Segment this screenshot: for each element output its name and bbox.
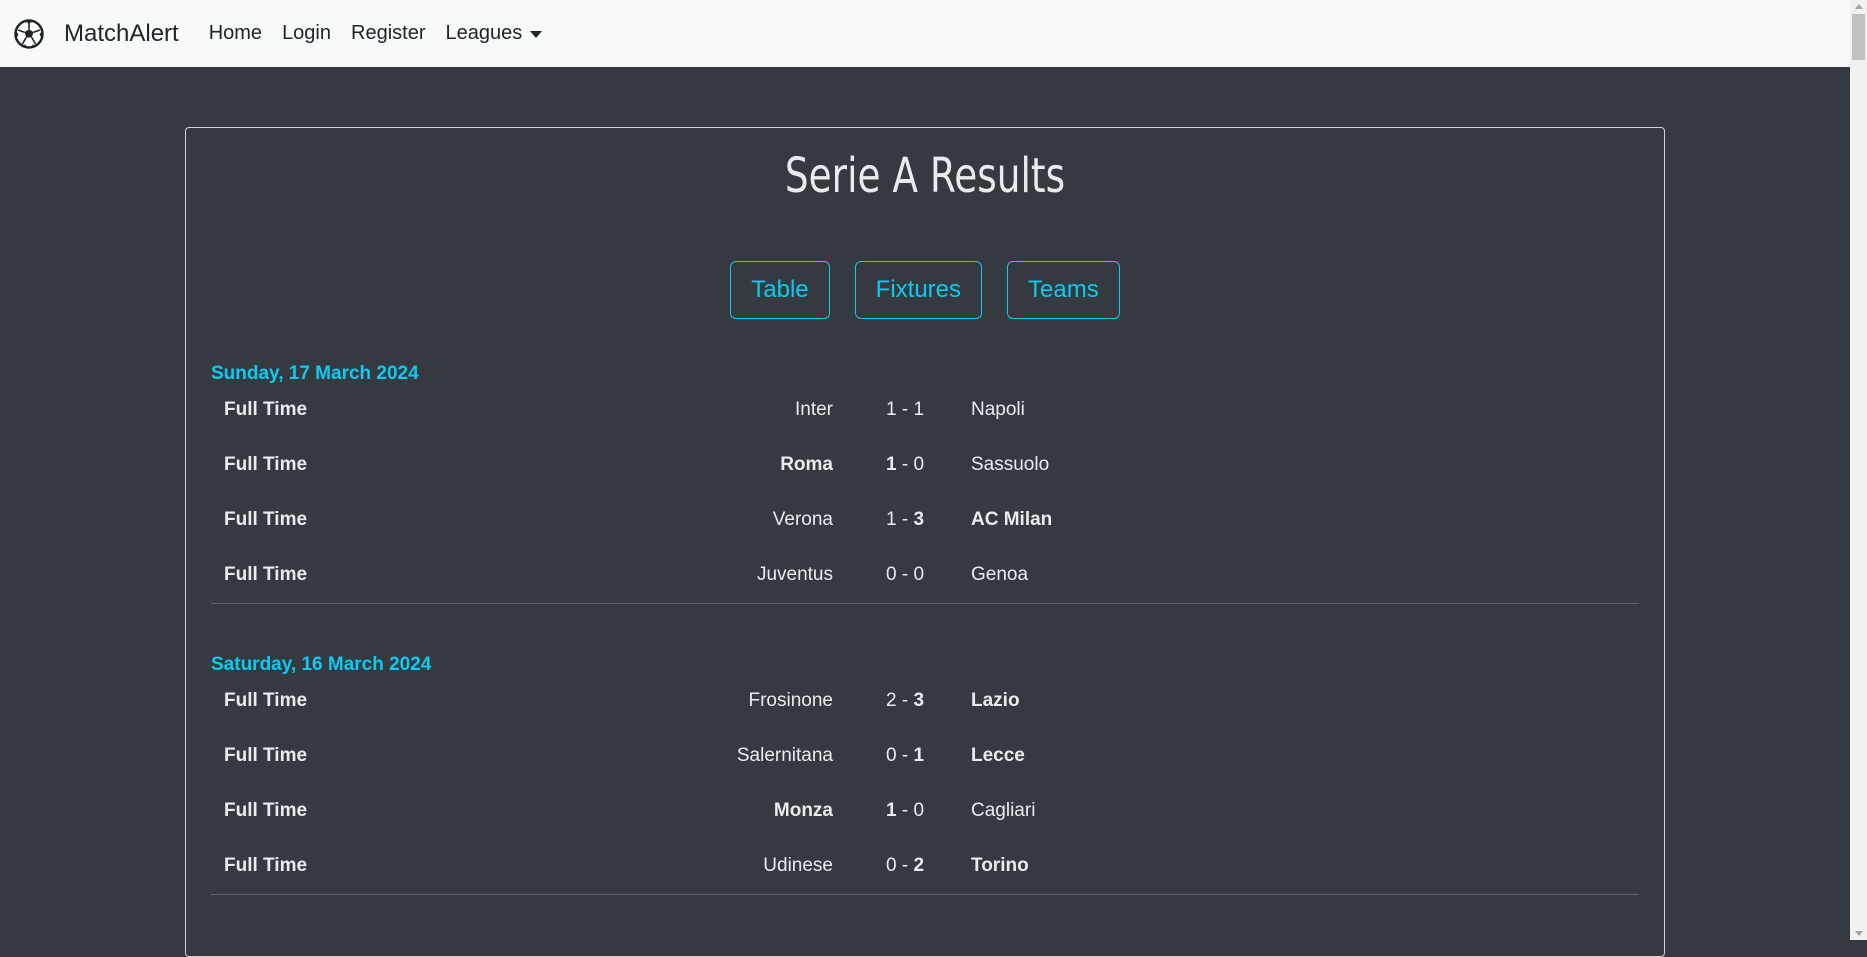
results-card: Serie A Results Table Fixtures Teams Sun… xyxy=(185,127,1665,957)
scrollbar-thumb[interactable] xyxy=(1852,14,1865,60)
match-score: 2 - 3 xyxy=(885,690,925,711)
match-row: Full Time Salernitana 0 - 1 Lecce xyxy=(211,739,1639,794)
home-goals: 1 xyxy=(885,800,897,821)
home-team: Juventus xyxy=(756,564,833,585)
teams-button[interactable]: Teams xyxy=(1007,261,1120,319)
scroll-down-icon[interactable] xyxy=(1855,931,1863,936)
away-team: Napoli xyxy=(971,399,1025,420)
match-score: 1 - 3 xyxy=(885,509,925,530)
home-goals: 0 xyxy=(885,564,897,585)
away-team: Sassuolo xyxy=(971,454,1050,475)
home-goals: 2 xyxy=(885,690,897,711)
top-navbar: MatchAlert Home Login Register Leagues xyxy=(0,0,1850,67)
away-team: Cagliari xyxy=(971,800,1036,821)
table-button[interactable]: Table xyxy=(730,261,830,319)
match-score: 1 - 1 xyxy=(885,399,925,420)
home-goals: 1 xyxy=(885,454,897,475)
fixtures-button[interactable]: Fixtures xyxy=(854,261,983,319)
matchday-date: Saturday, 16 March 2024 xyxy=(211,654,432,675)
nav-link-register[interactable]: Register xyxy=(351,22,425,45)
soccer-ball-icon[interactable] xyxy=(14,18,44,49)
nav-link-login[interactable]: Login xyxy=(282,22,331,45)
match-status: Full Time xyxy=(224,564,308,585)
away-goals: 3 xyxy=(913,509,925,530)
home-team: Inter xyxy=(794,399,833,420)
brand-name[interactable]: MatchAlert xyxy=(64,20,179,48)
match-row: Full Time Inter 1 - 1 Napoli xyxy=(211,393,1639,448)
page-title: Serie A Results xyxy=(784,148,1066,204)
match-row: Full Time Verona 1 - 3 AC Milan xyxy=(211,503,1639,558)
home-goals: 0 xyxy=(885,745,897,766)
match-row: Full Time Roma 1 - 0 Sassuolo xyxy=(211,448,1639,503)
away-goals: 2 xyxy=(913,855,925,876)
away-team: Lecce xyxy=(971,745,1025,766)
matchday-section: Saturday, 16 March 2024 Full Time Frosin… xyxy=(211,654,1639,895)
matchday-section: Sunday, 17 March 2024 Full Time Inter 1 … xyxy=(211,363,1639,604)
away-goals: 0 xyxy=(913,564,925,585)
away-goals: 0 xyxy=(913,800,925,821)
away-team: Genoa xyxy=(971,564,1029,585)
leagues-dropdown-label: Leagues xyxy=(445,22,523,44)
match-score: 0 - 0 xyxy=(885,564,925,585)
home-goals: 0 xyxy=(885,855,897,876)
away-team: AC Milan xyxy=(971,509,1053,530)
home-team: Verona xyxy=(772,509,833,530)
home-goals: 1 xyxy=(885,509,897,530)
home-team: Udinese xyxy=(763,855,833,876)
home-team: Salernitana xyxy=(736,745,833,766)
match-status: Full Time xyxy=(224,509,308,530)
match-score: 0 - 1 xyxy=(885,745,925,766)
scroll-up-icon[interactable] xyxy=(1855,4,1863,9)
home-team: Monza xyxy=(773,800,833,821)
match-score: 1 - 0 xyxy=(885,800,925,821)
home-team: Frosinone xyxy=(748,690,834,711)
home-team: Roma xyxy=(780,454,833,475)
match-row: Full Time Frosinone 2 - 3 Lazio xyxy=(211,684,1639,739)
match-status: Full Time xyxy=(224,399,308,420)
match-row: Full Time Monza 1 - 0 Cagliari xyxy=(211,794,1639,849)
away-goals: 3 xyxy=(913,690,925,711)
away-goals: 1 xyxy=(913,399,925,420)
match-status: Full Time xyxy=(224,800,308,821)
league-nav-buttons: Table Fixtures Teams xyxy=(186,261,1664,319)
match-status: Full Time xyxy=(224,454,308,475)
match-row: Full Time Udinese 0 - 2 Torino xyxy=(211,849,1639,904)
match-score: 1 - 0 xyxy=(885,454,925,475)
match-status: Full Time xyxy=(224,745,308,766)
match-status: Full Time xyxy=(224,855,308,876)
away-goals: 1 xyxy=(913,745,925,766)
home-goals: 1 xyxy=(885,399,897,420)
away-goals: 0 xyxy=(913,454,925,475)
nav-link-home[interactable]: Home xyxy=(209,22,262,45)
leagues-dropdown[interactable]: Leagues xyxy=(445,22,543,45)
matchday-date: Sunday, 17 March 2024 xyxy=(211,363,419,384)
away-team: Lazio xyxy=(971,690,1020,711)
caret-down-icon xyxy=(530,31,543,38)
vertical-scrollbar[interactable] xyxy=(1850,0,1867,940)
match-row: Full Time Juventus 0 - 0 Genoa xyxy=(211,558,1639,613)
match-score: 0 - 2 xyxy=(885,855,925,876)
match-status: Full Time xyxy=(224,690,308,711)
away-team: Torino xyxy=(971,855,1029,876)
